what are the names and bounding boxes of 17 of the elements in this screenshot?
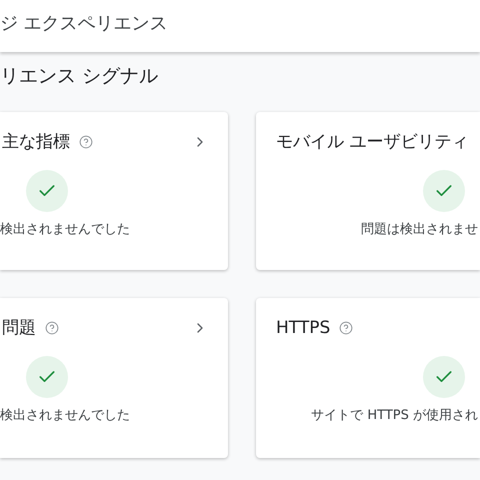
card-title: モバイル ユーザビリティ (276, 134, 468, 150)
check-icon (26, 170, 68, 212)
help-icon[interactable] (339, 321, 354, 335)
card-title: 主な指標 (2, 134, 70, 150)
check-icon (26, 356, 68, 398)
status-text: 検出されませんでした (0, 221, 130, 239)
status-text: 検出されませんでした (0, 407, 130, 425)
section-title: リエンス シグナル (0, 64, 158, 89)
check-icon (423, 170, 465, 212)
card-title: HTTPS (276, 320, 330, 336)
page-title: ジ エクスペリエンス (0, 12, 168, 36)
help-icon[interactable] (45, 321, 59, 335)
status-text: サイトで HTTPS が使用され (311, 407, 478, 425)
status-text: 問題は検出されませ (361, 221, 478, 239)
check-icon (423, 356, 465, 398)
help-icon[interactable] (79, 135, 93, 149)
card-title: 問題 (2, 320, 36, 336)
